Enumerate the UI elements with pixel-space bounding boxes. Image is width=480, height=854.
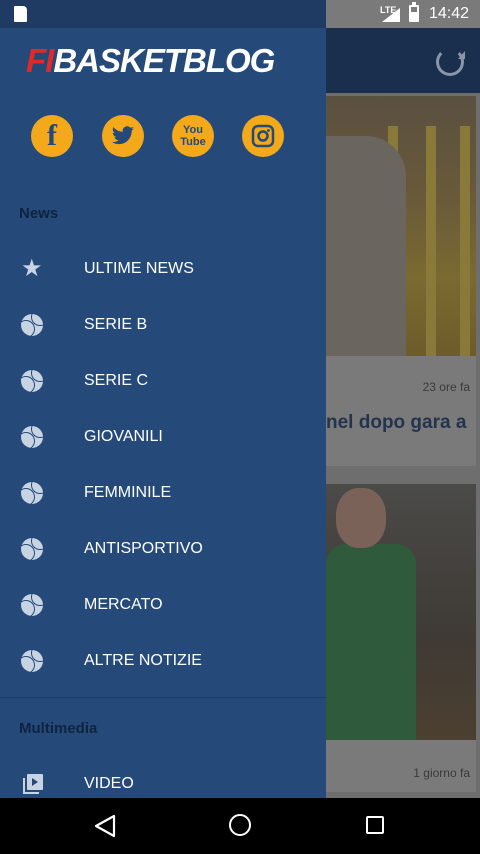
basketball-icon — [21, 426, 43, 448]
news-card[interactable]: 23 ore fa nel dopo gara a — [326, 96, 476, 466]
menu-item-label: SERIE B — [84, 316, 148, 333]
instagram-camera-icon — [251, 124, 275, 148]
menu-item-altre-notizie[interactable]: ALTRE NOTIZIE — [0, 633, 326, 689]
back-icon[interactable] — [94, 814, 116, 838]
news-card-time: 23 ore fa — [422, 380, 470, 394]
menu-item-serie-c[interactable]: SERIE C — [0, 353, 326, 409]
menu-item-label: ANTISPORTIVO — [84, 540, 203, 557]
menu-item-label: FEMMINILE — [84, 484, 172, 501]
basketball-icon — [21, 370, 43, 392]
basketball-icon — [21, 482, 43, 504]
menu-item-label: MERCATO — [84, 596, 163, 613]
news-card[interactable]: 1 giorno fa — [326, 484, 476, 792]
video-library-icon — [23, 774, 43, 794]
status-bar-left — [0, 0, 326, 28]
navigation-drawer: FIBASKETBLOG f You Tube News ★ ULTIME NE… — [0, 28, 326, 798]
menu-item-label: ALTRE NOTIZIE — [84, 652, 202, 669]
menu-item-giovanili[interactable]: GIOVANILI — [0, 409, 326, 465]
menu-item-femminile[interactable]: FEMMINILE — [0, 465, 326, 521]
app-logo: FIBASKETBLOG — [26, 42, 275, 82]
news-card-headline: nel dopo gara a — [326, 412, 467, 433]
home-icon[interactable] — [229, 814, 251, 836]
section-header-multimedia: Multimedia — [19, 720, 98, 737]
facebook-icon[interactable]: f — [31, 115, 73, 157]
news-card-image — [326, 484, 476, 740]
news-card-image — [326, 96, 476, 356]
menu-item-label: VIDEO — [84, 775, 134, 792]
basketball-icon — [21, 538, 43, 560]
signal-icon — [382, 8, 400, 22]
basketball-icon — [21, 594, 43, 616]
star-icon: ★ — [21, 255, 43, 282]
clock: 14:42 — [429, 5, 470, 22]
sd-card-icon — [14, 6, 27, 22]
logo-fi: FI — [26, 42, 54, 79]
menu-item-mercato[interactable]: MERCATO — [0, 577, 326, 633]
news-card-time: 1 giorno fa — [413, 766, 470, 780]
twitter-bird-icon — [112, 126, 134, 145]
menu-item-antisportivo[interactable]: ANTISPORTIVO — [0, 521, 326, 577]
drawer-divider — [0, 697, 326, 698]
menu-item-label: SERIE C — [84, 372, 149, 389]
menu-item-label: ULTIME NEWS — [84, 260, 194, 277]
battery-icon — [409, 2, 419, 22]
social-links: f You Tube — [31, 115, 291, 157]
status-bar: LTE 14:42 — [0, 0, 480, 28]
menu-item-label: GIOVANILI — [84, 428, 163, 445]
instagram-icon[interactable] — [242, 115, 284, 157]
twitter-icon[interactable] — [102, 115, 144, 157]
basketball-icon — [21, 314, 43, 336]
logo-text: BASKETBLOG — [53, 42, 275, 79]
youtube-icon[interactable]: You Tube — [172, 115, 214, 157]
section-header-news: News — [19, 205, 59, 222]
refresh-icon[interactable] — [436, 48, 465, 76]
system-nav-bar — [0, 798, 480, 854]
menu-item-serie-b[interactable]: SERIE B — [0, 297, 326, 353]
menu-item-video[interactable]: VIDEO — [0, 756, 326, 798]
menu-item-ultime-news[interactable]: ★ ULTIME NEWS — [0, 241, 326, 297]
recent-apps-icon[interactable] — [366, 816, 384, 834]
basketball-icon — [21, 650, 43, 672]
